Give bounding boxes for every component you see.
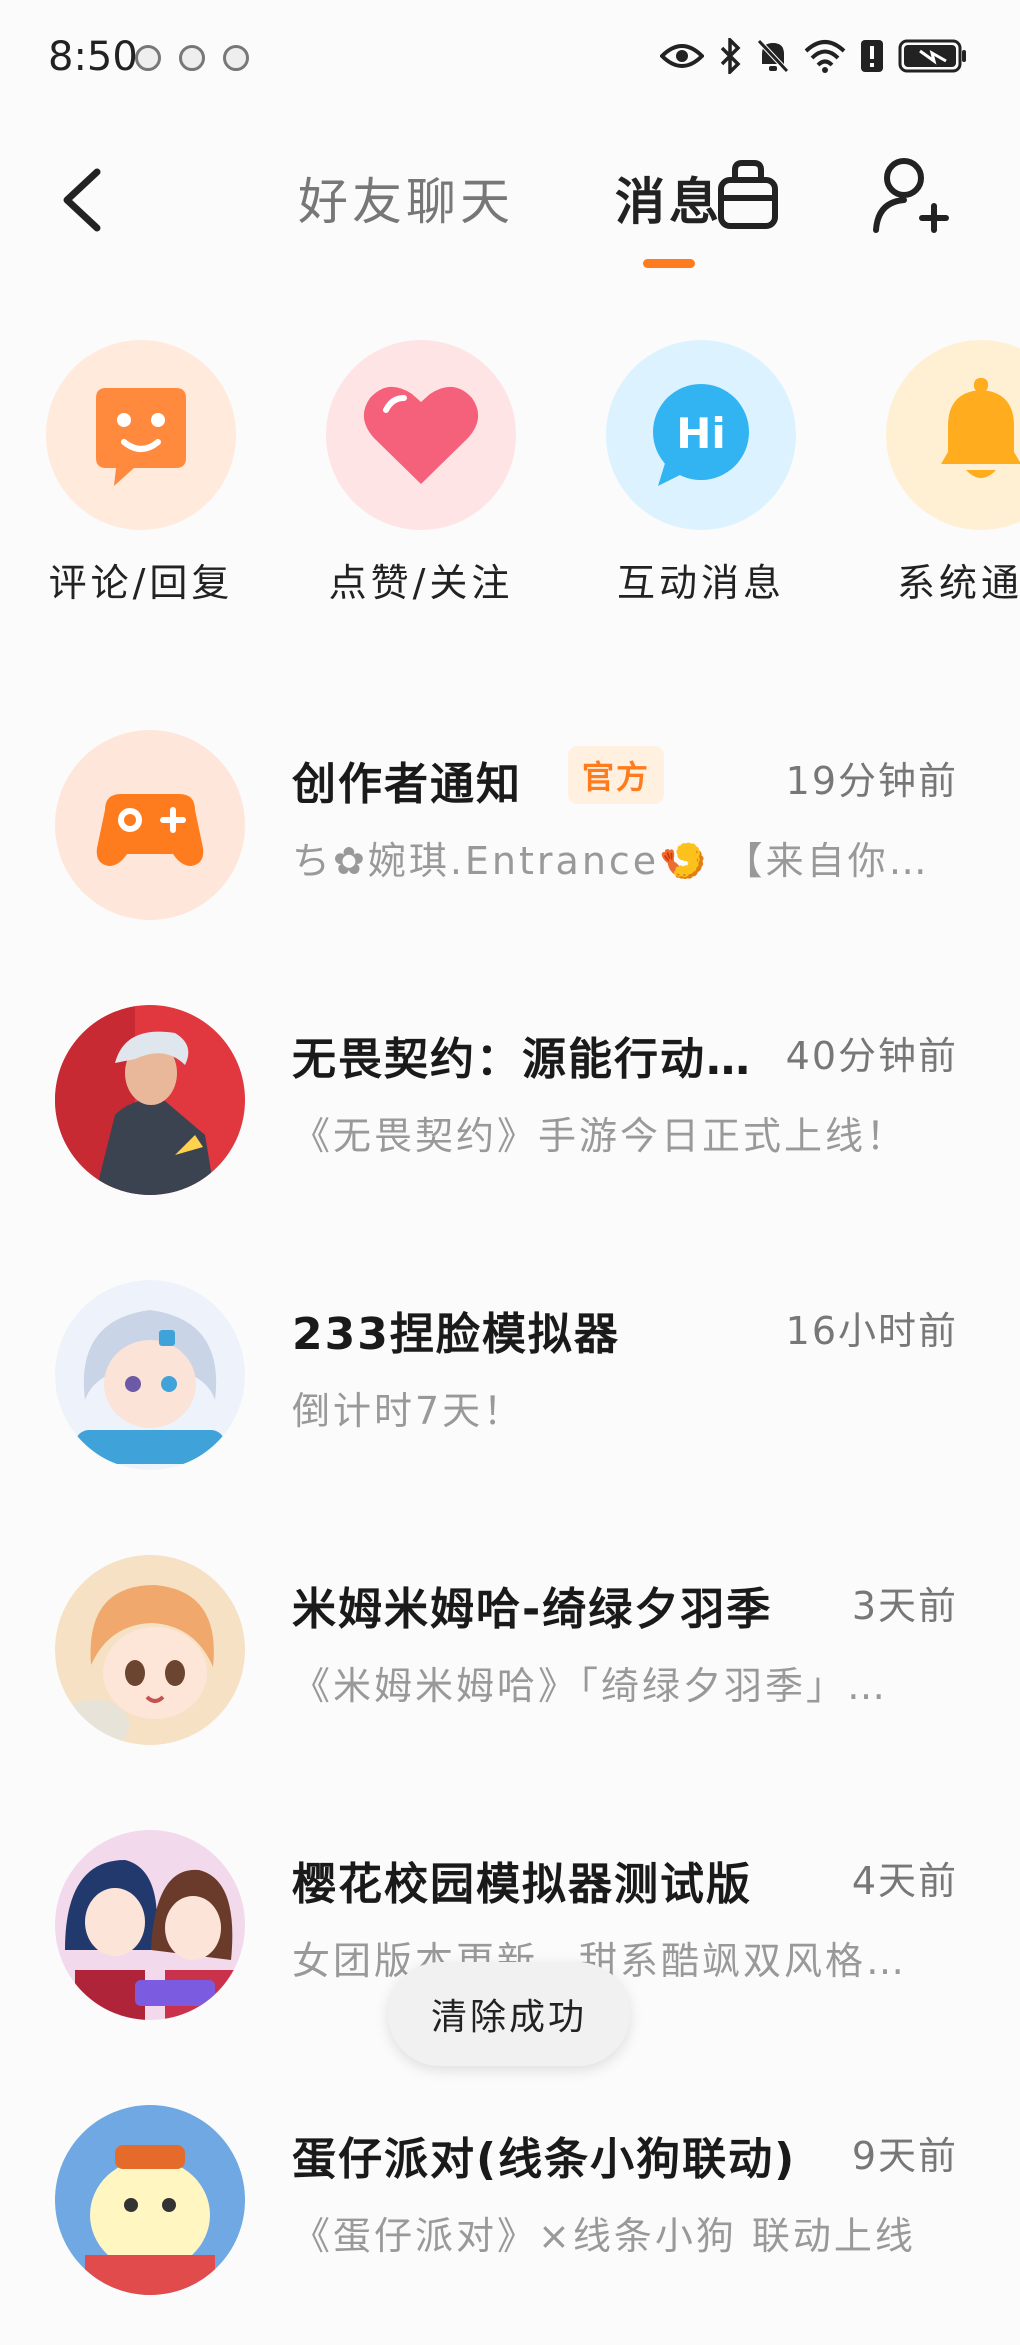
message-categories: 评论/回复 点赞/关注 Hi 互动消息 系统通知 — [0, 330, 1020, 630]
eye-icon — [660, 44, 704, 68]
category-interactions[interactable]: Hi 互动消息 — [581, 340, 821, 607]
category-system-notices[interactable]: 系统通知 — [861, 340, 1020, 607]
category-comments-replies[interactable]: 评论/回复 — [21, 340, 261, 607]
gamepad-icon — [96, 794, 204, 866]
avatar — [55, 730, 245, 920]
message-title: 233捏脸模拟器 — [292, 1309, 620, 1360]
message-title: 樱花校园模拟器测试版 — [292, 1859, 752, 1910]
system-icons — [660, 38, 968, 74]
app-notification-icon — [223, 45, 249, 71]
category-likes-follows[interactable]: 点赞/关注 — [301, 340, 541, 607]
sim-alert-icon — [861, 40, 883, 72]
back-arrow-icon[interactable] — [55, 160, 115, 240]
message-time: 4天前 — [851, 1859, 958, 1903]
message-item-mimu[interactable]: 米姆米姆哈-绮绿夕羽季 3天前 《米姆米姆哈》「绮绿夕羽季」… — [0, 1555, 1020, 1795]
tab-messages[interactable]: 消息 — [615, 162, 723, 234]
top-nav: 好友聊天 消息 — [0, 120, 1020, 280]
message-preview: 《米姆米姆哈》「绮绿夕羽季」… — [292, 1664, 889, 1708]
message-title: 米姆米姆哈-绮绿夕羽季 — [292, 1584, 773, 1635]
avatar — [55, 1280, 245, 1470]
avatar — [55, 2105, 245, 2295]
message-preview: 《无畏契约》手游今日正式上线！ — [292, 1114, 908, 1158]
message-time: 9天前 — [851, 2134, 958, 2178]
message-time: 16小时前 — [785, 1309, 958, 1353]
official-badge: 官方 — [568, 746, 665, 804]
wifi-icon — [804, 40, 846, 73]
school-girls-avatar — [55, 1830, 245, 2020]
message-preview: 倒计时7天！ — [292, 1389, 525, 1433]
battery-icon — [898, 39, 966, 73]
category-label: 互动消息 — [616, 561, 785, 605]
category-label: 点赞/关注 — [328, 561, 514, 605]
chibi-character-avatar — [55, 1555, 245, 1745]
message-item-creator-notice[interactable]: 创作者通知 官方 19分钟前 ち✿婉琪.Entrance🍤 【来自你… — [0, 730, 1020, 970]
message-preview: ち✿婉琪.Entrance🍤 【来自你… — [292, 839, 930, 883]
active-tab-indicator — [643, 259, 695, 268]
clear-messages-icon[interactable] — [715, 158, 781, 230]
hi-bubble-icon: Hi — [653, 384, 749, 486]
avatar — [55, 1555, 245, 1745]
status-bar: 8:50 — [0, 0, 1020, 120]
avatar — [55, 1830, 245, 2020]
message-time: 40分钟前 — [785, 1034, 958, 1078]
category-label: 系统通知 — [896, 561, 1020, 605]
bell-icon — [941, 378, 1020, 478]
message-preview: 《蛋仔派对》×线条小狗 联动上线 — [292, 2214, 916, 2258]
message-item-valorant[interactable]: 无畏契约：源能行动… 40分钟前 《无畏契约》手游今日正式上线！ — [0, 1005, 1020, 1245]
message-title: 创作者通知 — [292, 759, 522, 810]
tab-friend-chat[interactable]: 好友聊天 — [298, 162, 514, 234]
app-notification-icon — [179, 45, 205, 71]
category-icon-bg: Hi — [606, 340, 796, 530]
eggy-avatar — [55, 2105, 245, 2295]
toast-clear-success: 清除成功 — [388, 1962, 630, 2066]
avatar — [55, 1005, 245, 1195]
message-time: 19分钟前 — [785, 759, 958, 803]
svg-text:Hi: Hi — [676, 409, 726, 458]
anime-girl-avatar — [55, 1280, 245, 1470]
message-title: 蛋仔派对(线条小狗联动) — [292, 2134, 797, 2185]
message-title: 无畏契约：源能行动… — [292, 1034, 752, 1085]
message-item-face-sim[interactable]: 233捏脸模拟器 16小时前 倒计时7天！ — [0, 1280, 1020, 1520]
category-icon-bg — [326, 340, 516, 530]
message-item-eggy-party[interactable]: 蛋仔派对(线条小狗联动) 9天前 《蛋仔派对》×线条小狗 联动上线 — [0, 2105, 1020, 2345]
app-notification-icon — [135, 45, 161, 71]
bluetooth-icon — [720, 38, 741, 74]
game-character-avatar — [55, 1005, 245, 1195]
mute-bell-icon — [757, 39, 789, 73]
status-time: 8:50 — [48, 34, 138, 80]
message-time: 3天前 — [851, 1584, 958, 1628]
add-friend-icon[interactable] — [870, 150, 950, 240]
category-label: 评论/回复 — [48, 561, 234, 605]
heart-icon — [363, 386, 479, 484]
smile-chat-icon — [96, 388, 186, 486]
notification-icons — [135, 45, 249, 71]
category-icon-bg — [46, 340, 236, 530]
category-icon-bg — [886, 340, 1020, 530]
